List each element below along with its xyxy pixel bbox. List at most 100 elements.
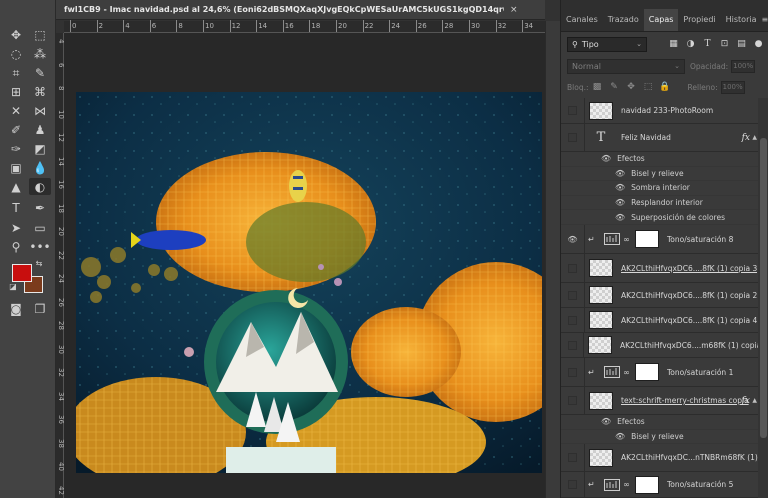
magic-wand-tool-icon[interactable]: ⁂ — [29, 45, 51, 62]
eraser-tool-icon[interactable]: ◩ — [29, 140, 51, 157]
vertical-scrollbar[interactable] — [545, 21, 560, 498]
path-selection-tool-icon[interactable]: ➤ — [5, 219, 27, 236]
effect-row[interactable]: 👁 Bisel y relieve — [561, 167, 758, 181]
crop-tool-icon[interactable]: ⌗ — [5, 64, 27, 81]
lock-all-icon[interactable]: 🔒 — [657, 82, 674, 92]
visibility-toggle[interactable] — [561, 472, 585, 497]
eye-icon[interactable]: 👁 — [615, 432, 625, 441]
visibility-toggle[interactable] — [561, 358, 585, 386]
document-tab[interactable]: fwl1CB9 - Imac navidad.psd al 24,6% (Eon… — [56, 0, 545, 20]
effect-row[interactable]: 👁 Superposición de colores — [561, 210, 758, 225]
lock-transparent-pixels-icon[interactable]: ▩ — [589, 82, 606, 92]
effects-header[interactable]: 👁 Efectos — [561, 152, 758, 167]
panel-menu-icon[interactable]: ≡ — [761, 9, 768, 31]
history-brush-tool-icon[interactable]: ✑ — [5, 140, 27, 157]
swap-colors-icon[interactable]: ⇆ — [33, 259, 45, 269]
sharpen-tool-icon[interactable]: ▲ — [5, 178, 27, 195]
layer-row[interactable]: AK2CLthiHfvqxDC6....8fK (1) copia 3 — [561, 254, 758, 283]
tab-history[interactable]: Historia — [721, 9, 762, 31]
scrollbar-thumb[interactable] — [760, 138, 767, 438]
gradient-tool-icon[interactable]: ▣ — [5, 159, 27, 176]
eye-icon[interactable]: 👁 — [615, 198, 625, 207]
dodge-tool-icon[interactable]: ◐ — [29, 178, 51, 195]
blur-tool-icon[interactable]: 💧 — [29, 159, 51, 176]
screen-mode-icon[interactable]: ❐ — [29, 300, 51, 317]
zoom-tool-icon[interactable]: ⚲ — [5, 238, 27, 255]
eye-icon[interactable]: 👁 — [601, 154, 611, 163]
tab-layers[interactable]: Capas — [643, 9, 679, 31]
layer-row[interactable]: text:schrift-merry-christmas copia fx ▲ — [561, 387, 758, 415]
smart-object-filter-icon[interactable]: ▤ — [733, 39, 750, 49]
layer-effects-icon[interactable]: fx — [742, 396, 750, 406]
brush-tool-icon[interactable]: ✐ — [5, 121, 27, 138]
chevron-up-icon[interactable]: ▲ — [752, 134, 757, 141]
artboard-tool-icon[interactable]: ⬚ — [29, 26, 51, 43]
patch-tool-icon[interactable]: ⌘ — [29, 83, 51, 100]
quick-mask-icon[interactable]: ◙ — [5, 300, 27, 317]
effect-row[interactable]: 👁 Sombra interior — [561, 181, 758, 196]
layer-row[interactable]: 👁 ↵ ∞ Tono/saturación 8 — [561, 225, 758, 254]
layer-row[interactable]: ↵ ∞ Tono/saturación 1 — [561, 358, 758, 387]
layer-row[interactable]: navidad 233-PhotoRoom — [561, 98, 758, 124]
visibility-toggle[interactable] — [561, 387, 585, 414]
lock-artboard-icon[interactable]: ⬚ — [640, 82, 657, 92]
eyedropper-tool-icon[interactable]: ✎ — [29, 64, 51, 81]
visibility-toggle[interactable] — [561, 124, 585, 151]
effects-header[interactable]: 👁 Efectos — [561, 415, 758, 430]
effect-row[interactable]: 👁 Resplandor interior — [561, 196, 758, 210]
eye-icon[interactable]: 👁 — [615, 213, 625, 222]
clone-stamp-tool-icon[interactable]: ♟ — [29, 121, 51, 138]
move-tool-icon[interactable]: ✥ — [5, 26, 27, 43]
rectangle-tool-icon[interactable]: ▭ — [29, 219, 51, 236]
pen-tool-icon[interactable]: ✒ — [29, 199, 51, 216]
red-eye-tool-icon[interactable]: ⋈ — [29, 102, 51, 119]
tab-channels[interactable]: Canales — [561, 9, 603, 31]
close-document-icon[interactable]: × — [510, 5, 518, 15]
visibility-toggle[interactable]: 👁 — [561, 225, 585, 253]
default-colors-icon[interactable]: ◪ — [7, 282, 19, 292]
filter-toggle-icon[interactable]: ● — [750, 39, 767, 49]
eye-icon[interactable]: 👁 — [567, 235, 577, 244]
layer-row[interactable]: AK2CLthiHfvqxDC6....8fK (1) copia 2 — [561, 283, 758, 308]
visibility-toggle[interactable] — [561, 308, 585, 332]
pixel-layer-filter-icon[interactable]: ▦ — [665, 39, 682, 49]
layer-row[interactable]: AK2CLthiHfvqxDC...nTNBRm68fK (1) — [561, 444, 758, 472]
layer-row[interactable]: T Feliz Navidad fx ▲ — [561, 124, 758, 152]
layer-thumbnail — [588, 336, 612, 354]
kind-filter-select[interactable]: ⚲ Tipo ⌄ — [567, 36, 647, 52]
shape-layer-filter-icon[interactable]: ⊡ — [716, 39, 733, 49]
foreground-color-swatch[interactable] — [12, 264, 32, 282]
effect-row[interactable]: 👁 Bisel y relieve — [561, 430, 758, 444]
visibility-toggle[interactable] — [561, 98, 585, 123]
eye-icon[interactable]: 👁 — [601, 417, 611, 426]
layer-row[interactable]: ↵ ∞ Tono/saturación 5 — [561, 472, 758, 498]
canvas-area[interactable] — [64, 33, 545, 498]
visibility-toggle[interactable] — [561, 283, 585, 307]
layer-effects-icon[interactable]: fx — [742, 133, 750, 143]
tab-properties[interactable]: Propiedi — [678, 9, 720, 31]
layers-scrollbar[interactable] — [758, 98, 768, 498]
ruler-tick — [203, 20, 204, 32]
lock-image-pixels-icon[interactable]: ✎ — [606, 82, 623, 92]
visibility-toggle[interactable] — [561, 254, 585, 282]
blend-mode-select[interactable]: Normal ⌄ — [567, 58, 685, 74]
healing-brush-tool-icon[interactable]: ⊞ — [5, 83, 27, 100]
lock-position-icon[interactable]: ✥ — [623, 82, 640, 92]
more-tools-icon[interactable]: ••• — [29, 238, 51, 255]
content-aware-move-icon[interactable]: ✕ — [5, 102, 27, 119]
type-layer-filter-icon[interactable]: T — [699, 39, 716, 49]
chevron-up-icon[interactable]: ▲ — [752, 397, 757, 404]
visibility-toggle[interactable] — [561, 444, 585, 471]
type-tool-icon[interactable]: T — [5, 199, 27, 216]
visibility-toggle[interactable] — [561, 333, 585, 357]
layer-row[interactable]: AK2CLthiHfvqxDC6....8fK (1) copia 4 — [561, 308, 758, 333]
document-canvas[interactable] — [76, 92, 542, 473]
eye-icon[interactable]: 👁 — [615, 169, 625, 178]
eye-icon[interactable]: 👁 — [615, 183, 625, 192]
adjustment-layer-filter-icon[interactable]: ◑ — [682, 39, 699, 49]
lasso-tool-icon[interactable]: ◌ — [5, 45, 27, 62]
layer-row[interactable]: AK2CLthiHfvqxDC6....m68fK (1) copia — [561, 333, 758, 358]
opacity-field[interactable]: 100% — [731, 59, 756, 73]
fill-field[interactable]: 100% — [720, 80, 745, 94]
tab-paths[interactable]: Trazado — [603, 9, 644, 31]
